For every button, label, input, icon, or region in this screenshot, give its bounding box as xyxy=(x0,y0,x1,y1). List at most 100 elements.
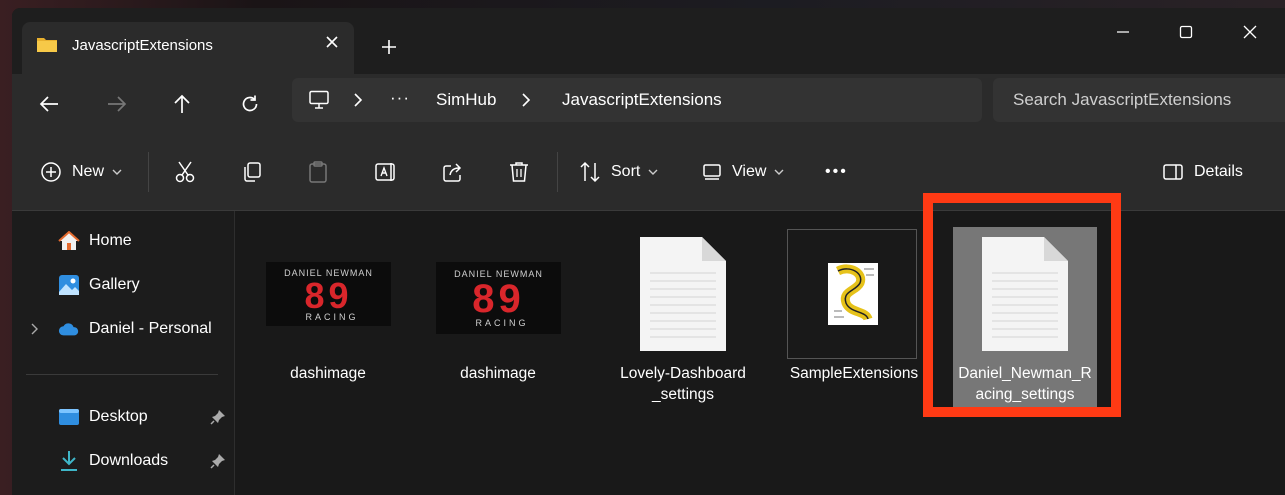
paste-button[interactable] xyxy=(308,156,328,188)
file-thumbnail: DANIEL NEWMAN 89 RACING xyxy=(431,229,565,359)
home-icon xyxy=(58,230,80,252)
file-list: DANIEL NEWMAN 89 RACING dashimage DANIEL… xyxy=(235,193,1285,495)
navigation-pane: Home Gallery Daniel - Personal Desktop D… xyxy=(12,211,235,495)
view-label: View xyxy=(732,163,767,180)
sidebar-item-label: Gallery xyxy=(89,276,140,293)
sidebar-item-onedrive[interactable]: Daniel - Personal xyxy=(12,309,234,349)
gallery-icon xyxy=(58,274,80,296)
minimize-button[interactable] xyxy=(1100,16,1146,48)
file-explorer-window: JavascriptExtensions ··· SimHub Javascri… xyxy=(12,8,1285,495)
details-label: Details xyxy=(1194,163,1243,180)
sidebar-item-label: Home xyxy=(89,232,132,249)
logo-bottom-text: RACING xyxy=(475,318,528,328)
sidebar-item-label: Desktop xyxy=(89,408,148,425)
arrow-left-icon xyxy=(39,96,58,112)
rename-icon xyxy=(375,163,395,181)
share-button[interactable] xyxy=(442,156,464,188)
close-tab-icon[interactable] xyxy=(320,30,344,54)
more-options-button[interactable]: ••• xyxy=(825,156,848,188)
rename-button[interactable] xyxy=(374,156,398,188)
file-name: dashimage xyxy=(290,365,366,382)
refresh-icon xyxy=(242,95,258,112)
file-item-lovely-dashboard-settings[interactable]: Lovely-Dashboard_settings xyxy=(616,229,750,409)
maximize-button[interactable] xyxy=(1163,16,1209,48)
sort-label: Sort xyxy=(611,163,641,180)
forward-button[interactable] xyxy=(99,86,135,122)
arrow-up-icon xyxy=(174,94,190,113)
file-item-dashimage[interactable]: DANIEL NEWMAN 89 RACING dashimage xyxy=(431,229,565,389)
file-item-dashimage[interactable]: DANIEL NEWMAN 89 RACING dashimage xyxy=(261,229,395,389)
delete-button[interactable] xyxy=(509,156,529,188)
new-button[interactable]: New xyxy=(40,156,122,188)
sidebar-item-label: Daniel - Personal xyxy=(89,320,212,337)
sidebar-item-home[interactable]: Home xyxy=(12,221,234,261)
racing-logo-image: DANIEL NEWMAN 89 RACING xyxy=(435,262,561,334)
copy-icon xyxy=(244,162,261,182)
close-window-button[interactable] xyxy=(1227,16,1273,48)
chevron-right-icon[interactable] xyxy=(520,92,532,108)
chevron-right-icon[interactable] xyxy=(352,92,364,108)
sidebar-item-label: Downloads xyxy=(89,452,169,469)
clipboard-icon xyxy=(309,161,327,183)
sidebar-item-downloads[interactable]: Downloads xyxy=(12,441,234,481)
breadcrumb-simhub[interactable]: SimHub xyxy=(436,90,496,110)
file-item-sampleextensions[interactable]: SampleExtensions xyxy=(787,229,921,409)
logo-number-text: 89 xyxy=(472,277,525,321)
file-name: SampleExtensions xyxy=(789,365,919,382)
more-options-label: ••• xyxy=(825,163,848,180)
scissors-icon xyxy=(175,161,195,183)
file-name: dashimage xyxy=(460,365,536,382)
pin-icon[interactable] xyxy=(210,409,226,425)
navigation-bar: ··· SimHub JavascriptExtensions Search J… xyxy=(12,74,1285,134)
title-bar: JavascriptExtensions xyxy=(12,8,1285,74)
racing-logo-image: DANIEL NEWMAN 89 RACING xyxy=(265,262,391,326)
folder-icon xyxy=(37,38,57,52)
pin-icon[interactable] xyxy=(210,453,226,469)
arrow-right-icon xyxy=(108,96,127,112)
search-placeholder: Search JavascriptExtensions xyxy=(1013,90,1232,109)
back-button[interactable] xyxy=(31,86,67,122)
chevron-down-icon xyxy=(112,169,122,175)
trash-icon xyxy=(510,162,528,182)
address-bar[interactable]: ··· SimHub JavascriptExtensions xyxy=(292,78,982,122)
divider xyxy=(557,152,558,192)
view-button[interactable]: View xyxy=(702,156,784,188)
sort-button[interactable]: Sort xyxy=(579,156,658,188)
tab-javascriptextensions[interactable]: JavascriptExtensions xyxy=(22,22,354,74)
chevron-down-icon xyxy=(774,169,784,175)
file-thumbnail xyxy=(616,229,750,359)
plus-circle-icon xyxy=(41,162,61,182)
new-label: New xyxy=(72,163,105,180)
document-icon xyxy=(640,237,726,351)
chevron-right-icon[interactable] xyxy=(30,322,40,336)
search-input[interactable]: Search JavascriptExtensions xyxy=(993,78,1285,122)
cut-button[interactable] xyxy=(174,156,196,188)
sort-icon xyxy=(580,161,600,183)
sidebar-item-desktop[interactable]: Desktop xyxy=(12,397,234,437)
chevron-down-icon xyxy=(648,169,658,175)
annotation-highlight-box xyxy=(923,193,1121,417)
details-button[interactable]: Details xyxy=(1162,156,1243,188)
download-icon xyxy=(58,450,80,472)
share-icon xyxy=(443,163,462,182)
refresh-button[interactable] xyxy=(232,86,268,122)
sidebar-divider xyxy=(26,374,218,375)
computer-icon xyxy=(309,90,329,109)
file-thumbnail: DANIEL NEWMAN 89 RACING xyxy=(261,229,395,359)
file-thumbnail xyxy=(787,229,921,359)
sidebar-item-gallery[interactable]: Gallery xyxy=(12,265,234,305)
breadcrumb-javascriptextensions[interactable]: JavascriptExtensions xyxy=(562,90,722,110)
view-icon xyxy=(703,164,721,180)
logo-number-text: 89 xyxy=(304,275,352,316)
details-pane-icon xyxy=(1163,164,1183,180)
up-button[interactable] xyxy=(164,86,200,122)
desktop-icon xyxy=(58,406,80,428)
file-name: Lovely-Dashboard_settings xyxy=(620,365,746,403)
divider xyxy=(148,152,149,192)
cloud-icon xyxy=(58,318,80,340)
address-more-button[interactable]: ··· xyxy=(390,88,410,108)
copy-button[interactable] xyxy=(241,156,263,188)
script-icon xyxy=(828,263,878,325)
new-tab-button[interactable] xyxy=(374,32,404,62)
logo-bottom-text: RACING xyxy=(305,312,358,322)
